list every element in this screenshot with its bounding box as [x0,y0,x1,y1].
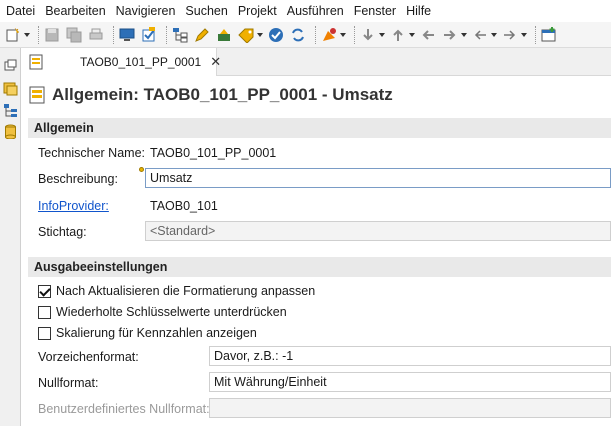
toolbar-separator [113,25,114,44]
toolbar-separator [354,25,355,44]
infoprovider-label[interactable]: InfoProvider: [38,199,109,213]
toolbar-separator [38,25,39,44]
prev-annotation-dropdown-icon[interactable] [408,26,415,44]
menu-fenster[interactable]: Fenster [349,0,401,22]
custom-zero-format-input [209,398,611,418]
toolbar-separator [315,25,316,44]
run-icon[interactable] [320,26,338,44]
main-toolbar [0,22,611,48]
menu-bar: Datei Bearbeiten Navigieren Suchen Proje… [0,0,611,22]
section-header-output: Ausgabeeinstellungen [28,257,611,277]
menu-bearbeiten[interactable]: Bearbeiten [40,0,110,22]
description-value: Umsatz [150,171,193,185]
zero-format-label: Nullformat: [38,376,99,390]
toolbar-separator [166,25,167,44]
editor-tab-bar: TAOB0_101_PP_0001 ✕ [21,48,611,76]
back-icon[interactable] [471,26,489,44]
suppress-keys-checkbox[interactable] [38,305,51,319]
new-dropdown-icon[interactable] [23,26,30,44]
format-refresh-label: Nach Aktualisieren die Formatierung anpa… [56,284,316,298]
menu-hilfe[interactable]: Hilfe [401,0,436,22]
infoprovider-link[interactable]: InfoProvider: [38,199,109,213]
close-icon[interactable]: ✕ [210,54,221,70]
refresh-icon[interactable] [289,26,307,44]
menu-datei[interactable]: Datei [0,0,40,22]
run-dropdown-icon[interactable] [339,26,346,44]
format-refresh-checkbox-row[interactable]: Nach Aktualisieren die Formatierung anpa… [38,284,315,298]
section-header-general: Allgemein [28,118,611,138]
page-title: Allgemein: TAOB0_101_PP_0001 - Umsatz [52,85,393,104]
open-perspective-icon[interactable] [540,26,558,44]
prev-annotation-icon[interactable] [389,26,407,44]
left-trim-bar [0,48,21,426]
keydate-input: <Standard> [145,221,611,241]
forward-icon[interactable] [501,26,519,44]
format-refresh-checkbox[interactable] [38,284,51,298]
print-icon[interactable] [87,26,105,44]
menu-ausfuehren[interactable]: Ausführen [282,0,349,22]
toolbar-separator [535,25,536,44]
menu-navigieren[interactable]: Navigieren [111,0,181,22]
query-icon [28,86,46,104]
new-icon[interactable] [4,26,22,44]
scaling-checkbox-row[interactable]: Skalierung für Kennzahlen anzeigen [38,326,257,340]
menu-projekt[interactable]: Projekt [233,0,282,22]
next-annotation-icon[interactable] [359,26,377,44]
project-explorer-icon[interactable] [3,81,18,96]
scaling-checkbox[interactable] [38,326,51,340]
zero-format-select[interactable]: Mit Währung/Einheit [209,372,611,392]
sign-format-value: Davor, z.B.: -1 [214,349,294,363]
task-icon[interactable] [140,26,158,44]
data-source-icon[interactable] [3,124,18,140]
monitor-icon[interactable] [118,26,136,44]
suppress-keys-label: Wiederholte Schlüsselwerte unterdrücken [56,305,287,319]
restore-icon[interactable] [3,58,18,73]
custom-zero-format-label: Benutzerdefiniertes Nullformat: [38,402,210,416]
keydate-value: <Standard> [150,224,216,238]
outline-icon[interactable] [3,103,18,118]
suppress-keys-checkbox-row[interactable]: Wiederholte Schlüsselwerte unterdrücken [38,305,287,319]
description-label: Beschreibung: [38,172,118,186]
last-edit-icon[interactable] [419,26,437,44]
query-icon [28,54,44,70]
next-annotation-dropdown-icon[interactable] [378,26,385,44]
sign-format-select[interactable]: Davor, z.B.: -1 [209,346,611,366]
tab-query[interactable]: TAOB0_101_PP_0001 ✕ [21,48,221,76]
tag-icon[interactable] [237,26,255,44]
sign-format-label: Vorzeichenformat: [38,350,139,364]
hierarchy-icon[interactable] [171,26,189,44]
required-marker-icon [139,167,144,172]
keydate-label: Stichtag: [38,225,87,239]
save-icon[interactable] [43,26,61,44]
zero-format-value: Mit Währung/Einheit [214,375,327,389]
check-icon[interactable] [267,26,285,44]
tab-label: TAOB0_101_PP_0001 [80,55,202,69]
save-all-icon[interactable] [65,26,83,44]
edit-query-icon[interactable] [193,26,211,44]
cube-icon[interactable] [215,26,233,44]
editor-header: Allgemein: TAOB0_101_PP_0001 - Umsatz [21,76,611,114]
tag-dropdown-icon[interactable] [256,26,263,44]
forward-edit-icon[interactable] [441,26,459,44]
infoprovider-value: TAOB0_101 [150,199,218,213]
description-input[interactable]: Umsatz [145,168,611,188]
forward-edit-dropdown-icon[interactable] [460,26,467,44]
menu-suchen[interactable]: Suchen [180,0,232,22]
scaling-label: Skalierung für Kennzahlen anzeigen [56,326,257,340]
back-dropdown-icon[interactable] [490,26,497,44]
tech-name-value: TAOB0_101_PP_0001 [150,146,277,160]
tech-name-label: Technischer Name: [38,146,145,160]
forward-dropdown-icon[interactable] [520,26,527,44]
